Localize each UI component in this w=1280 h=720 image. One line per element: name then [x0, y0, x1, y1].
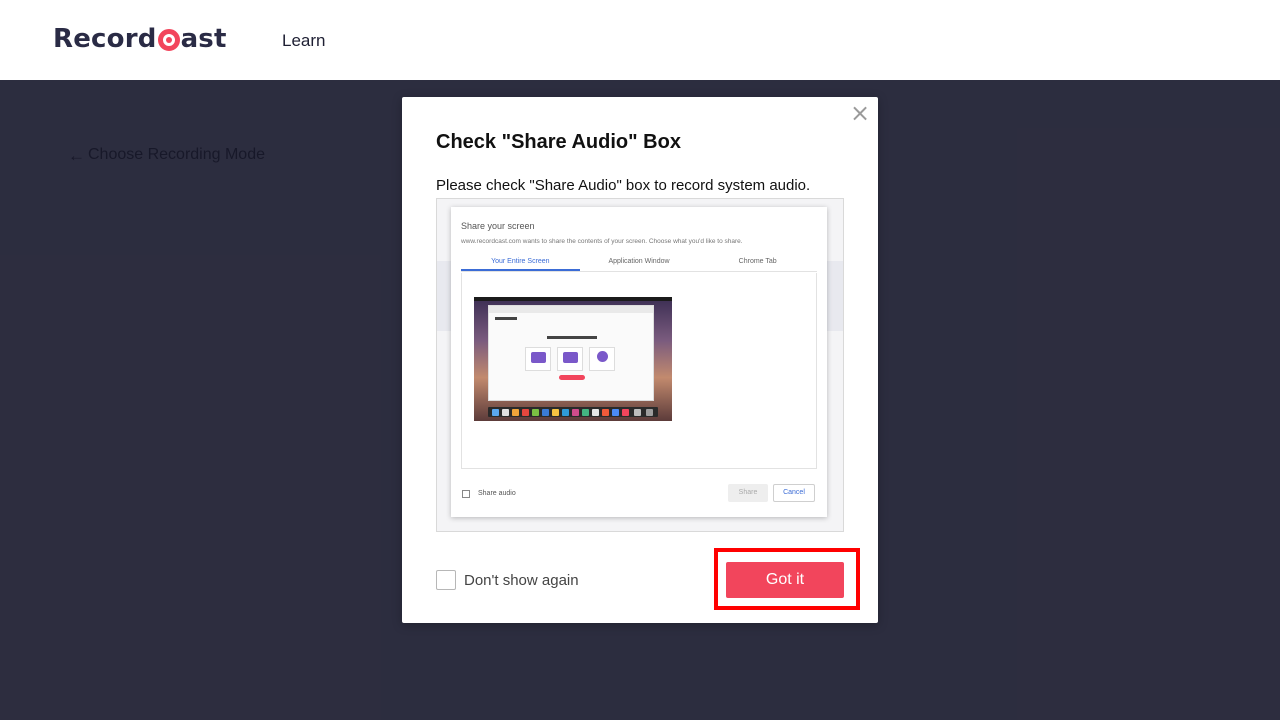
nav-learn-link[interactable]: Learn	[282, 31, 325, 51]
thumbnail-card	[589, 347, 615, 371]
tab-chrome-tab: Chrome Tab	[738, 258, 777, 265]
record-circle-icon	[157, 29, 180, 51]
dialog-title: Share your screen	[461, 221, 535, 231]
modal-title: Check "Share Audio" Box	[436, 131, 681, 153]
dock-app-icon	[532, 409, 539, 416]
tab-application-window: Application Window	[608, 258, 670, 265]
dialog-subtitle: www.recordcast.com wants to share the co…	[461, 238, 743, 245]
dock-app-icon	[602, 409, 609, 416]
dont-show-again-checkbox[interactable]	[436, 570, 456, 590]
dock-app-icon	[512, 409, 519, 416]
share-audio-label: Share audio	[478, 490, 516, 497]
thumbnail-browser-window	[488, 305, 654, 401]
thumbnail-card	[525, 347, 551, 371]
share-screen-illustration: Share your screen www.recordcast.com wan…	[436, 198, 844, 532]
dont-show-again-label: Don't show again	[464, 571, 579, 589]
share-audio-modal: × Check "Share Audio" Box Please check "…	[402, 97, 878, 623]
got-it-button[interactable]: Got it	[726, 562, 844, 598]
tab-entire-screen: Your Entire Screen	[461, 254, 580, 271]
dock-trash-icon	[646, 409, 653, 416]
dock-app-icon	[612, 409, 619, 416]
thumbnail-window-bar	[489, 306, 653, 313]
dock-app-icon	[502, 409, 509, 416]
dialog-tabs: Your Entire Screen Application Window Ch…	[461, 254, 817, 272]
thumbnail-brand	[495, 317, 517, 320]
recordcast-logo[interactable]: Record ast	[53, 24, 227, 54]
dock-app-icon	[562, 409, 569, 416]
logo-text-pre: Record	[53, 24, 157, 54]
share-audio-checkbox-illustration	[462, 490, 470, 498]
user-icon	[597, 351, 608, 362]
logo-text-post: ast	[180, 24, 227, 54]
thumbnail-card	[557, 347, 583, 371]
dialog-share-button: Share	[728, 484, 768, 502]
dock-app-icon	[572, 409, 579, 416]
screen-icon	[531, 352, 546, 363]
thumbnail-menubar	[474, 297, 672, 301]
dock-app-icon	[634, 409, 641, 416]
dock-app-icon	[582, 409, 589, 416]
dont-show-again-toggle[interactable]: Don't show again	[436, 570, 579, 590]
dock-app-icon	[522, 409, 529, 416]
dock-app-icon	[542, 409, 549, 416]
dock-app-icon	[592, 409, 599, 416]
modal-description: Please check "Share Audio" box to record…	[436, 177, 811, 194]
dock-app-icon	[622, 409, 629, 416]
thumbnail-heading	[547, 336, 597, 339]
dock-app-icon	[552, 409, 559, 416]
dock-app-icon	[492, 409, 499, 416]
dialog-preview-pane	[461, 273, 817, 469]
thumbnail-start-button	[559, 375, 585, 380]
dialog-cancel-button: Cancel	[773, 484, 815, 502]
screen-thumbnail	[474, 297, 672, 421]
share-screen-dialog: Share your screen www.recordcast.com wan…	[451, 207, 827, 517]
site-header: Record ast Learn	[0, 0, 1280, 80]
screen-camera-icon	[563, 352, 578, 363]
close-icon[interactable]: ×	[850, 101, 870, 125]
thumbnail-dock	[488, 407, 658, 417]
